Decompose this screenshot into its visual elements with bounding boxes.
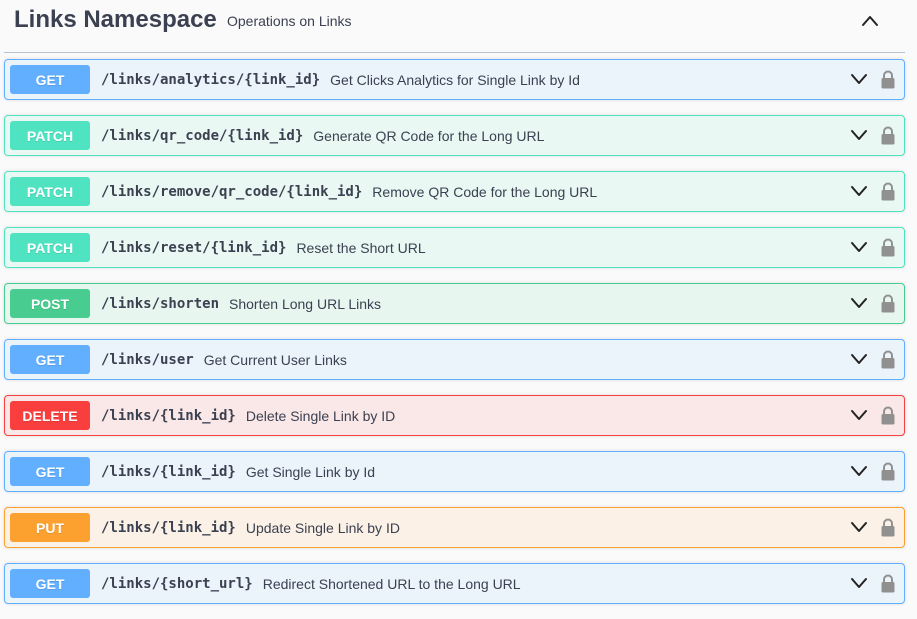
chevron-down-icon[interactable] xyxy=(848,124,870,146)
operation-path[interactable]: /links/user xyxy=(101,352,194,368)
operation-summary-line[interactable]: /links/qr_code/{link_id} Generate QR Code… xyxy=(101,116,544,155)
operation-row-get[interactable]: GET/links/{link_id} Get Single Link by Id xyxy=(4,451,905,492)
operation-path[interactable]: /links/{link_id} xyxy=(101,464,236,480)
operation-path[interactable]: /links/{short_url} xyxy=(101,576,253,592)
lock-icon[interactable] xyxy=(879,180,897,202)
method-badge[interactable]: PUT xyxy=(10,513,90,542)
method-badge[interactable]: PATCH xyxy=(10,121,90,150)
operation-row-patch[interactable]: PATCH/links/remove/qr_code/{link_id} Remo… xyxy=(4,171,905,212)
lock-icon[interactable] xyxy=(879,572,897,594)
method-badge[interactable]: GET xyxy=(10,457,90,486)
operation-summary-line[interactable]: /links/{link_id} Update Single Link by ID xyxy=(101,508,400,547)
operation-row-patch[interactable]: PATCH/links/reset/{link_id} Reset the Sho… xyxy=(4,227,905,268)
operation-summary-line[interactable]: /links/{link_id} Get Single Link by Id xyxy=(101,452,375,491)
operation-path[interactable]: /links/qr_code/{link_id} xyxy=(101,128,303,144)
tag-title[interactable]: Links Namespace xyxy=(14,6,217,34)
operation-summary-line[interactable]: /links/shorten Shorten Long URL Links xyxy=(101,284,381,323)
method-badge[interactable]: GET xyxy=(10,345,90,374)
operation-summary-line[interactable]: /links/analytics/{link_id} Get Clicks Ana… xyxy=(101,60,580,99)
operation-row-get[interactable]: GET/links/user Get Current User Links xyxy=(4,339,905,380)
operation-summary-line[interactable]: /links/remove/qr_code/{link_id} Remove QR… xyxy=(101,172,597,211)
operation-summary-line[interactable]: /links/reset/{link_id} Reset the Short UR… xyxy=(101,228,426,267)
operation-row-delete[interactable]: DELETE/links/{link_id} Delete Single Link… xyxy=(4,395,905,436)
links-namespace-section: Links Namespace Operations on Links GET /… xyxy=(0,0,917,619)
method-badge[interactable]: GET xyxy=(10,569,90,598)
chevron-down-icon[interactable] xyxy=(848,348,870,370)
operation-path[interactable]: /links/remove/qr_code/{link_id} xyxy=(101,184,362,200)
method-badge[interactable]: POST xyxy=(10,289,90,318)
lock-icon[interactable] xyxy=(879,460,897,482)
operation-path[interactable]: /links/{link_id} xyxy=(101,408,236,424)
tag-header[interactable]: Links Namespace Operations on Links xyxy=(4,0,905,53)
chevron-down-icon[interactable] xyxy=(848,236,870,258)
chevron-down-icon[interactable] xyxy=(848,572,870,594)
chevron-down-icon[interactable] xyxy=(848,180,870,202)
lock-icon[interactable] xyxy=(879,348,897,370)
operation-row-get[interactable]: GET/links/{short_url} Redirect Shortened … xyxy=(4,563,905,604)
operations-list: GET/links/analytics/{link_id} Get Clicks … xyxy=(4,59,905,619)
operation-summary: Get Current User Links xyxy=(203,351,347,368)
method-badge[interactable]: DELETE xyxy=(10,401,90,430)
operation-path[interactable]: /links/reset/{link_id} xyxy=(101,240,286,256)
lock-icon[interactable] xyxy=(879,516,897,538)
lock-icon[interactable] xyxy=(879,68,897,90)
tag-description: Operations on Links xyxy=(227,13,352,29)
operation-summary: Update Single Link by ID xyxy=(245,519,400,536)
operation-row-patch[interactable]: PATCH/links/qr_code/{link_id} Generate QR… xyxy=(4,115,905,156)
operation-row-put[interactable]: PUT/links/{link_id} Update Single Link by… xyxy=(4,507,905,548)
method-badge[interactable]: PATCH xyxy=(10,177,90,206)
operation-row-post[interactable]: POST/links/shorten Shorten Long URL Links xyxy=(4,283,905,324)
operation-summary: Remove QR Code for the Long URL xyxy=(372,183,598,200)
chevron-down-icon[interactable] xyxy=(848,68,870,90)
method-badge[interactable]: PATCH xyxy=(10,233,90,262)
operation-path[interactable]: /links/analytics/{link_id} xyxy=(101,72,320,88)
chevron-down-icon[interactable] xyxy=(848,292,870,314)
operation-path[interactable]: /links/{link_id} xyxy=(101,520,236,536)
lock-icon[interactable] xyxy=(879,124,897,146)
operation-summary: Shorten Long URL Links xyxy=(229,295,382,312)
operation-summary-line[interactable]: /links/user Get Current User Links xyxy=(101,340,347,379)
chevron-down-icon[interactable] xyxy=(848,404,870,426)
operation-summary: Redirect Shortened URL to the Long URL xyxy=(262,575,521,592)
operation-summary: Delete Single Link by ID xyxy=(245,407,396,424)
operation-summary: Generate QR Code for the Long URL xyxy=(313,127,545,144)
operation-row-get[interactable]: GET/links/analytics/{link_id} Get Clicks … xyxy=(4,59,905,100)
chevron-down-icon[interactable] xyxy=(848,460,870,482)
operation-summary: Get Single Link by Id xyxy=(245,463,376,480)
method-badge[interactable]: GET xyxy=(10,65,90,94)
operation-summary: Get Clicks Analytics for Single Link by … xyxy=(330,71,580,88)
lock-icon[interactable] xyxy=(879,236,897,258)
operation-summary-line[interactable]: /links/{short_url} Redirect Shortened URL… xyxy=(101,564,521,603)
chevron-up-icon[interactable] xyxy=(857,8,883,34)
operation-path[interactable]: /links/shorten xyxy=(101,296,219,312)
lock-icon[interactable] xyxy=(879,404,897,426)
lock-icon[interactable] xyxy=(879,292,897,314)
chevron-down-icon[interactable] xyxy=(848,516,870,538)
operation-summary-line[interactable]: /links/{link_id} Delete Single Link by ID xyxy=(101,396,395,435)
operation-summary: Reset the Short URL xyxy=(296,239,426,256)
